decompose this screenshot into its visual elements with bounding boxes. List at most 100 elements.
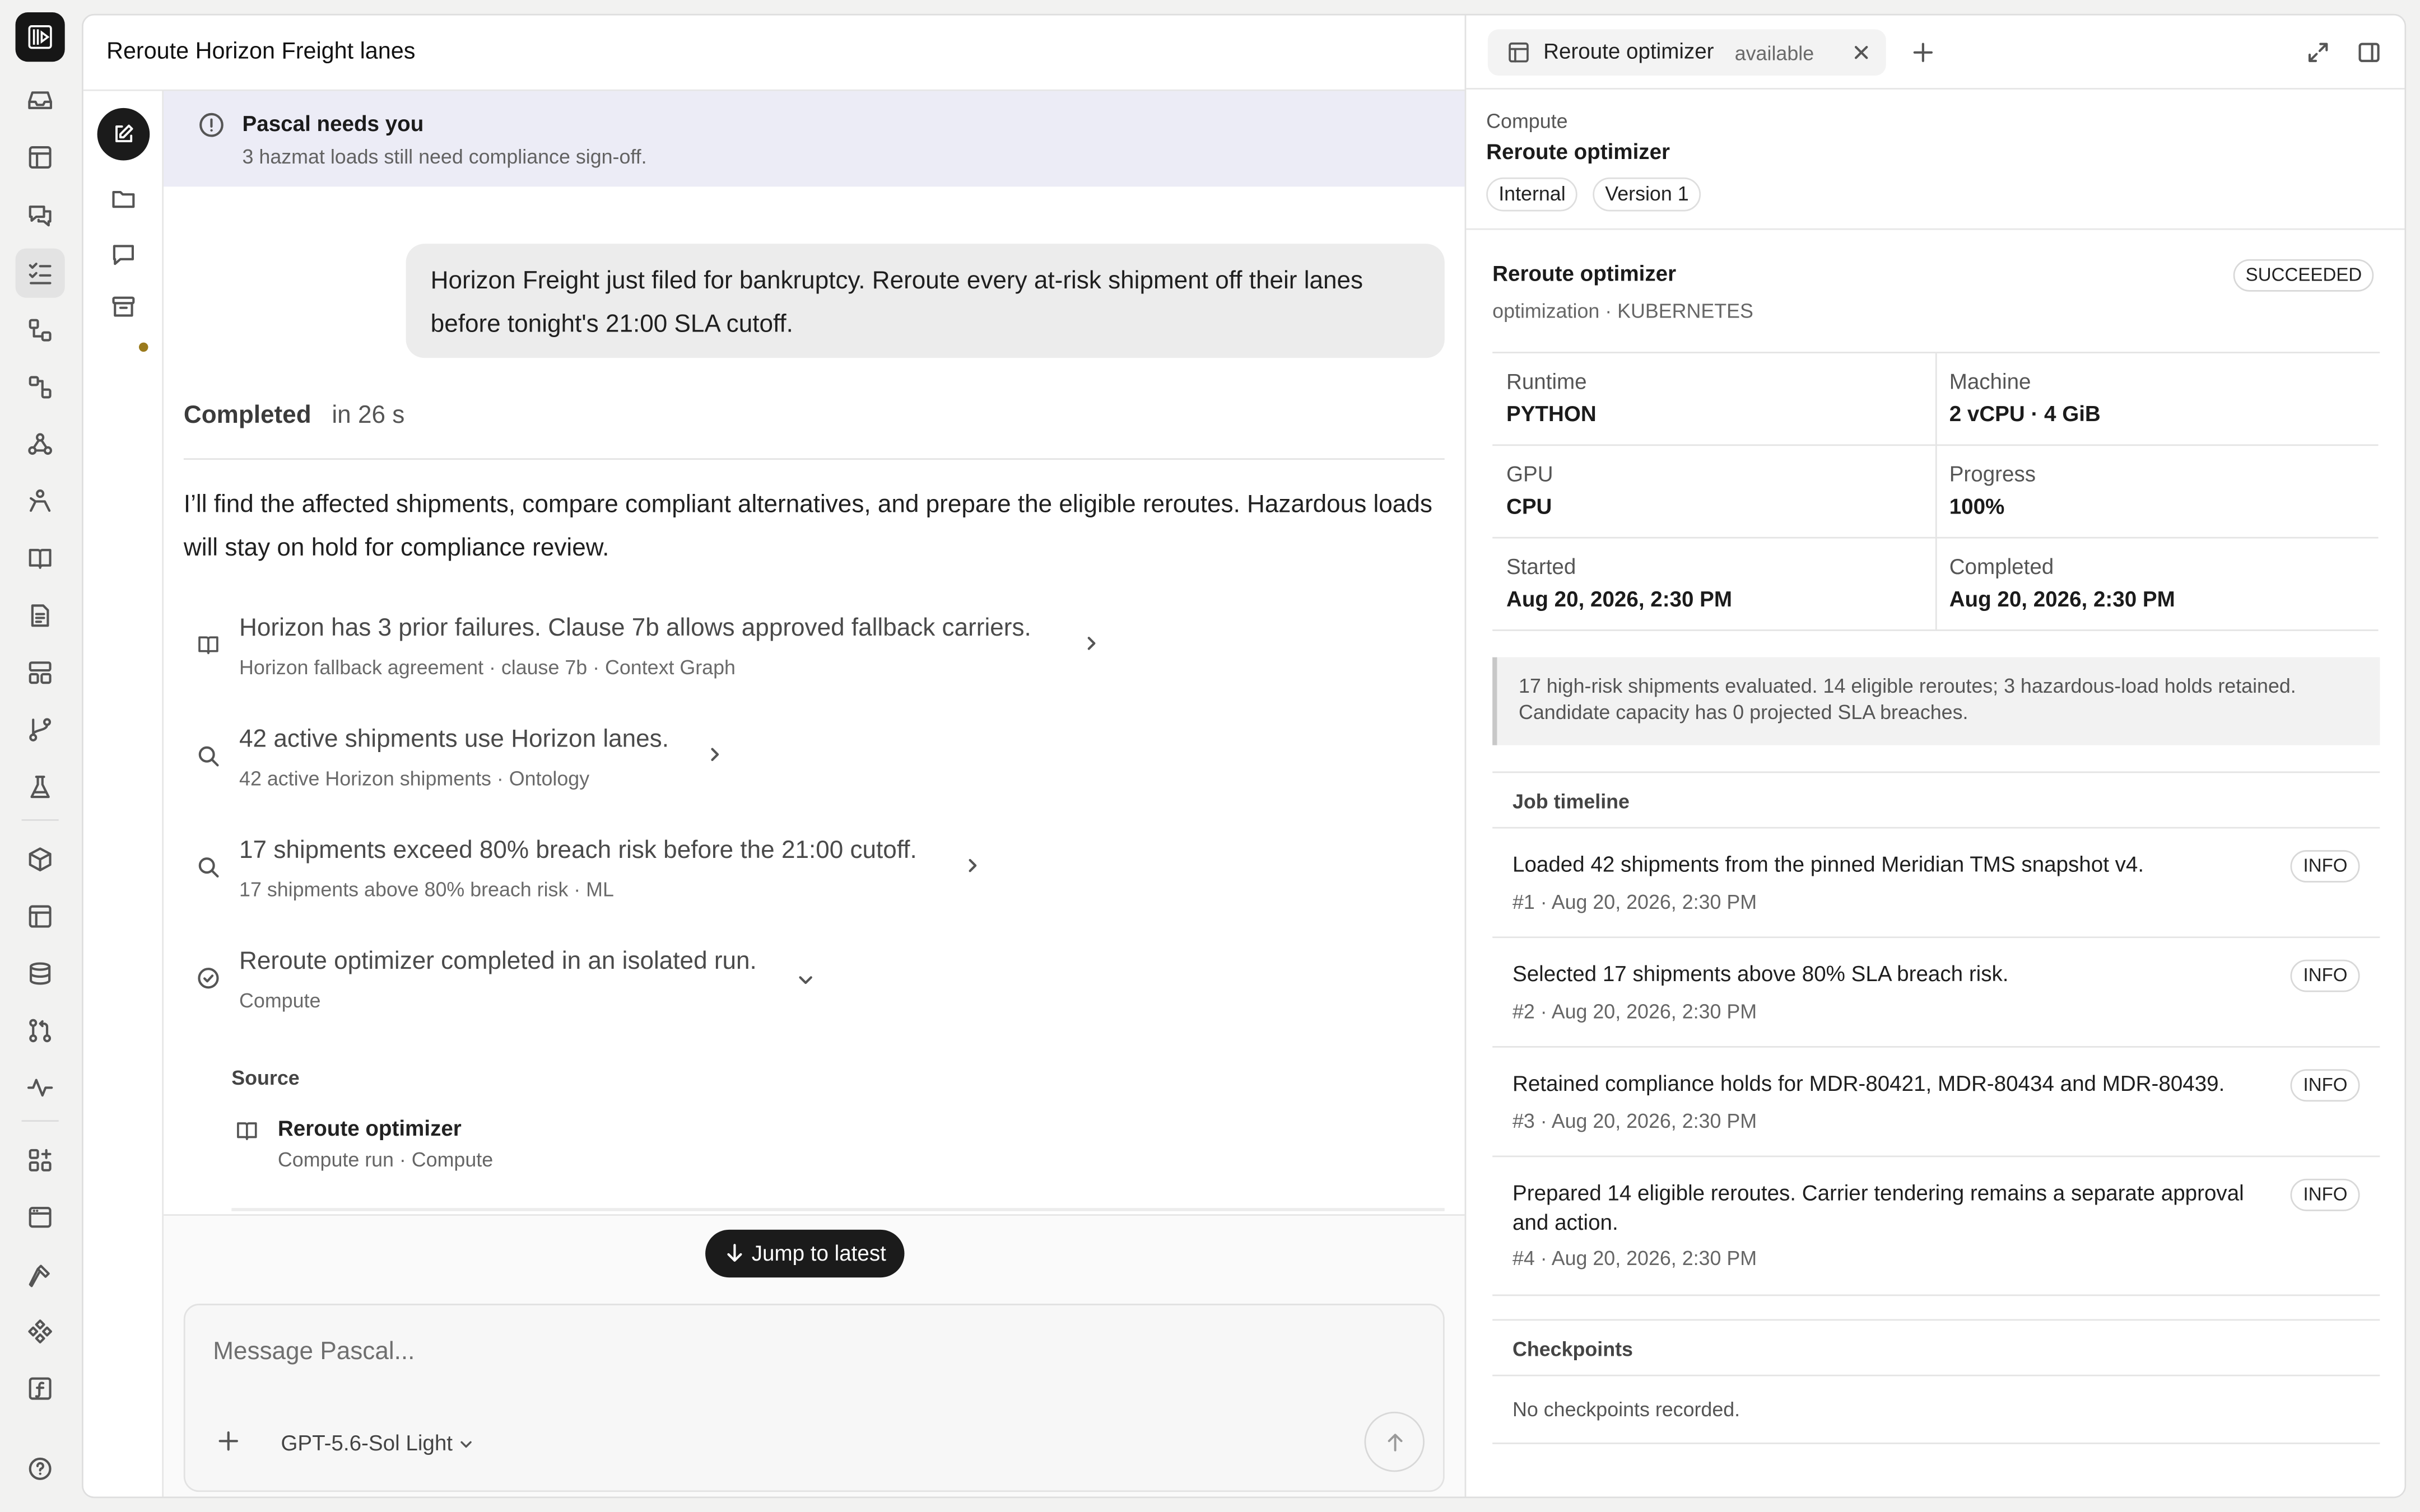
detail-value: Aug 20, 2026, 2:30 PM (1506, 586, 1733, 612)
level-badge: INFO (2291, 1069, 2360, 1102)
app-logo[interactable] (15, 12, 65, 62)
jump-to-latest-button[interactable]: Jump to latest (705, 1229, 905, 1278)
tasks-icon[interactable] (15, 248, 65, 298)
event-message: Retained compliance holds for MDR-80421,… (1513, 1071, 2225, 1096)
timeline-event: Retained compliance holds for MDR-80421,… (1492, 1048, 2380, 1158)
run-status: Completed in 26 s (184, 403, 404, 431)
tab-reroute-optimizer[interactable]: Reroute optimizer available (1487, 29, 1886, 76)
branch-icon[interactable] (16, 705, 65, 754)
chip-internal: Internal (1486, 177, 1578, 212)
event-message: Loaded 42 shipments from the pinned Meri… (1513, 851, 2144, 876)
book-icon[interactable] (16, 534, 65, 583)
activity-icon[interactable] (16, 1063, 65, 1112)
status-label: Completed (183, 403, 311, 429)
secondary-sidebar (83, 91, 164, 1497)
database-icon[interactable] (16, 949, 65, 998)
plus-icon[interactable] (1911, 40, 1935, 65)
detail-cell: Machine 2 vCPU · 4 GiB (1935, 353, 2379, 446)
detail-label: Progress (1949, 461, 2036, 486)
arrow-down-icon (727, 1244, 742, 1262)
workflow-icon[interactable] (16, 306, 65, 355)
app-rail (0, 0, 80, 1512)
sidebar-toggle-icon[interactable] (2357, 40, 2381, 65)
job-name: Reroute optimizer (1492, 260, 1677, 286)
grid-plus-icon[interactable] (16, 1136, 65, 1185)
step-item[interactable]: 42 active shipments use Horizon lanes. 4… (184, 727, 739, 798)
divider (1935, 353, 1937, 631)
step-meta: Compute (239, 989, 321, 1012)
chevron-down-icon (799, 976, 812, 984)
banner-text: 3 hazmat loads still need compliance sig… (242, 144, 647, 169)
hammer-icon[interactable] (16, 1250, 65, 1299)
nodes-icon[interactable] (16, 362, 65, 412)
source-label: Source (231, 1066, 300, 1090)
event-date: #3 · Aug 20, 2026, 2:30 PM (1513, 1109, 1757, 1133)
components-icon[interactable] (16, 1307, 65, 1356)
source-name: Reroute optimizer (277, 1115, 462, 1141)
new-chat-button[interactable] (97, 108, 150, 161)
detail-cell: Completed Aug 20, 2026, 2:30 PM (1935, 539, 2379, 631)
pull-request-icon[interactable] (16, 1006, 65, 1055)
book-icon (198, 636, 218, 655)
detail-label: Started (1506, 554, 1576, 579)
detail-cell: Progress 100% (1935, 446, 2379, 539)
job-summary-note: 17 high-risk shipments evaluated. 14 eli… (1492, 657, 2380, 745)
model-selector[interactable]: GPT-5.6-Sol Light (281, 1430, 474, 1455)
archive-icon[interactable] (110, 293, 138, 321)
unread-indicator (138, 342, 148, 352)
tab-name: Reroute optimizer (1543, 38, 1714, 63)
rail-divider (21, 1120, 59, 1122)
detail-cell: GPU CPU (1492, 446, 1935, 539)
chat-icon[interactable] (16, 192, 65, 241)
function-icon[interactable] (16, 1364, 65, 1413)
table-icon[interactable] (16, 133, 65, 182)
run-duration: in 26 s (332, 403, 405, 429)
flask-icon[interactable] (16, 762, 65, 811)
step-meta: 17 shipments above 80% breach risk · ML (239, 878, 614, 901)
send-button[interactable] (1364, 1411, 1425, 1472)
chip-version: Version 1 (1593, 177, 1701, 212)
message-input[interactable]: Message Pascal... (213, 1339, 415, 1367)
chevron-right-icon (711, 748, 719, 761)
divider (231, 1208, 1445, 1211)
event-message: Prepared 14 eligible reroutes. Carrier t… (1513, 1180, 2244, 1235)
job-subtitle: optimization · KUBERNETES (1492, 299, 1753, 323)
job-timeline: Job timeline Loaded 42 shipments from th… (1492, 771, 2380, 1296)
detail-label: Machine (1949, 368, 2031, 394)
conversation-icon[interactable] (110, 241, 138, 269)
plus-icon[interactable] (216, 1429, 241, 1453)
tab-status: available (1734, 41, 1814, 65)
rail-divider (21, 819, 59, 821)
chevron-right-icon (1087, 637, 1096, 650)
status-badge: SUCCEEDED (2233, 259, 2375, 292)
expand-icon[interactable] (2306, 40, 2330, 65)
browser-icon[interactable] (16, 1193, 65, 1242)
source-meta: Compute run · Compute (277, 1147, 494, 1172)
step-item[interactable]: Horizon has 3 prior failures. Clause 7b … (184, 615, 1141, 687)
checkpoints-empty: No checkpoints recorded. (1492, 1376, 2380, 1444)
package-icon[interactable] (16, 835, 65, 884)
detail-cell: Started Aug 20, 2026, 2:30 PM (1492, 539, 1935, 631)
step-meta: 42 active Horizon shipments · Ontology (239, 767, 590, 790)
inbox-icon[interactable] (16, 76, 65, 125)
panel-icon[interactable] (16, 892, 65, 941)
level-badge: INFO (2291, 850, 2360, 883)
layout-icon[interactable] (16, 648, 65, 697)
checkpoints-title: Checkpoints (1492, 1320, 2380, 1376)
person-icon[interactable] (16, 477, 65, 526)
step-item[interactable]: 17 shipments exceed 80% breach risk befo… (184, 838, 1002, 909)
detail-value: 2 vCPU · 4 GiB (1949, 401, 2101, 426)
folder-icon[interactable] (110, 185, 138, 213)
webhook-icon[interactable] (16, 419, 65, 469)
help-icon[interactable] (28, 1457, 53, 1481)
timeline-event: Loaded 42 shipments from the pinned Meri… (1492, 828, 2380, 939)
detail-value: Aug 20, 2026, 2:30 PM (1949, 586, 2175, 612)
message-composer[interactable]: Message Pascal... GPT-5.6-Sol Light (183, 1304, 1445, 1492)
detail-label: GPU (1506, 461, 1553, 486)
close-icon[interactable] (1850, 41, 1872, 63)
step-item[interactable]: Reroute optimizer completed in an isolat… (184, 949, 832, 1020)
panel-kind: Compute (1486, 109, 1568, 133)
attention-banner[interactable]: Pascal needs you 3 hazmat loads still ne… (164, 91, 1465, 187)
job-details-grid: Runtime PYTHON Machine 2 vCPU · 4 GiB GPU C… (1492, 352, 2380, 631)
document-icon[interactable] (16, 591, 65, 640)
